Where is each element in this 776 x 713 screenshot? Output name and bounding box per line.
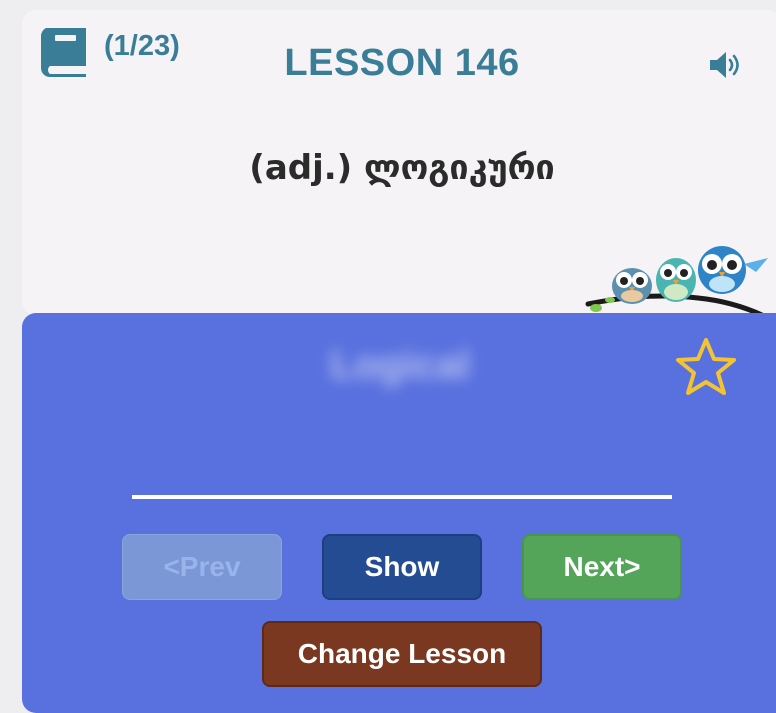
lesson-title: LESSON 146 xyxy=(284,42,520,84)
hidden-answer: Logical xyxy=(329,343,471,387)
next-button[interactable]: Next> xyxy=(522,534,682,600)
speaker-icon[interactable] xyxy=(708,50,740,80)
show-button[interactable]: Show xyxy=(322,534,482,600)
prev-button[interactable]: <Prev xyxy=(122,534,282,600)
change-lesson-button[interactable]: Change Lesson xyxy=(262,621,542,687)
question-word: (adj.) ლოგიკური xyxy=(249,148,555,188)
answer-underline xyxy=(132,495,672,499)
star-icon[interactable] xyxy=(674,336,738,398)
